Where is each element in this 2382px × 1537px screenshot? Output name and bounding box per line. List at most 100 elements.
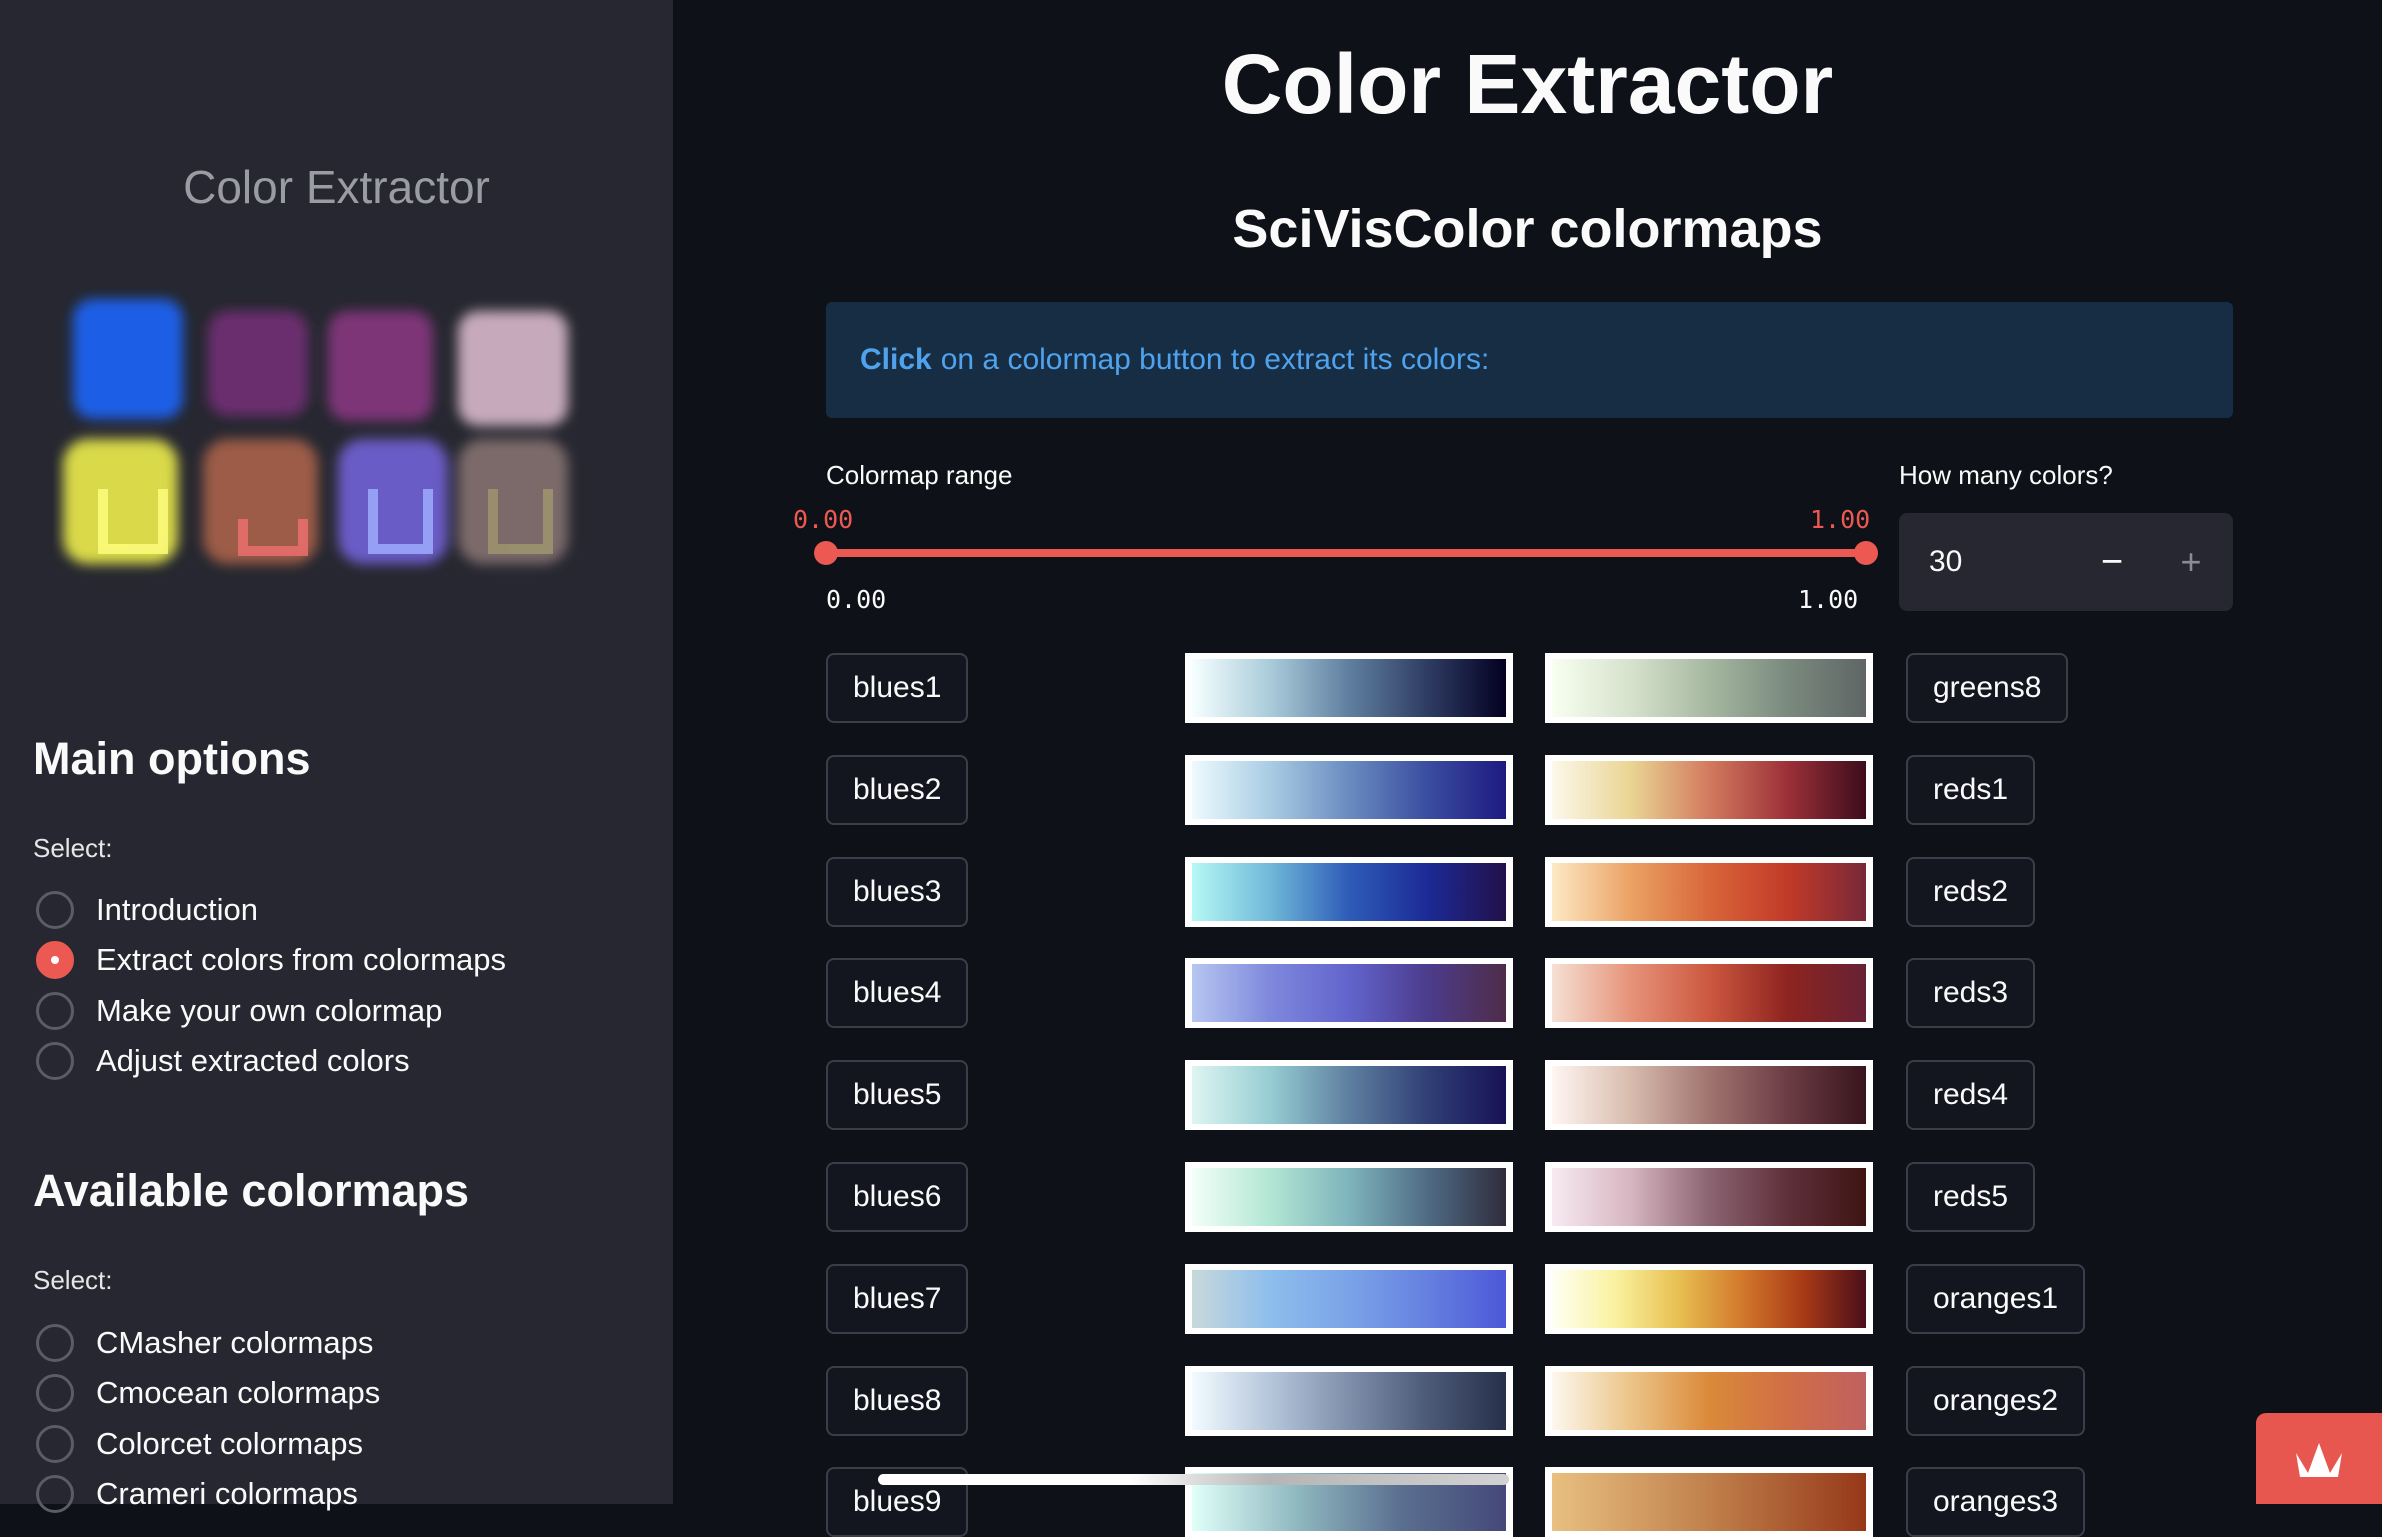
colormap-gradient [1552, 1269, 1866, 1328]
radio-label: Colorcet colormaps [96, 1425, 364, 1461]
radio-option[interactable]: Adjust extracted colors [36, 1041, 410, 1081]
app-logo-image [63, 299, 568, 564]
available-colormaps-heading: Available colormaps [33, 1165, 470, 1216]
main-options-heading: Main options [33, 733, 311, 784]
colormap-button-reds5[interactable]: reds5 [1906, 1162, 2036, 1232]
sidebar-title: Color Extractor [183, 161, 490, 213]
colormap-gradient [1552, 760, 1866, 819]
radio-option[interactable]: Colorcet colormaps [36, 1424, 363, 1464]
range-high-value: 1.00 [1810, 505, 1871, 534]
colormap-preview-blues3[interactable] [1185, 856, 1513, 927]
colormap-preview-reds5[interactable] [1545, 1162, 1873, 1232]
colormap-preview-reds1[interactable] [1545, 754, 1873, 825]
colormap-button-blues1[interactable]: blues1 [826, 653, 969, 723]
colormap-gradient [1552, 1168, 1866, 1226]
radio-label: Cmocean colormaps [96, 1375, 381, 1411]
colormap-gradient [1192, 1269, 1506, 1328]
colormap-gradient [1192, 1066, 1506, 1125]
available-colormaps-select-label: Select: [33, 1265, 113, 1295]
colormap-button-reds3[interactable]: reds3 [1906, 958, 2036, 1029]
radio-option[interactable]: Crameri colormaps [36, 1474, 358, 1514]
radio-circle[interactable] [36, 1474, 74, 1513]
colormap-gradient [1192, 964, 1506, 1023]
radio-label: Adjust extracted colors [96, 1042, 410, 1078]
radio-option[interactable]: CMasher colormaps [36, 1323, 373, 1363]
range-max-tick: 1.00 [1798, 585, 1859, 614]
colormap-preview-reds3[interactable] [1545, 958, 1873, 1029]
crown-icon [2296, 1443, 2342, 1477]
radio-label: Crameri colormaps [96, 1475, 358, 1511]
colormap-preview-oranges3[interactable] [1545, 1467, 1873, 1537]
colormap-preview-blues2[interactable] [1185, 754, 1513, 825]
colormap-button-blues3[interactable]: blues3 [826, 856, 969, 927]
page-title: Color Extractor [1221, 37, 1834, 131]
colormap-preview-reds2[interactable] [1545, 856, 1873, 927]
colormap-gradient [1552, 1066, 1866, 1125]
radio-option[interactable]: Cmocean colormaps [36, 1373, 380, 1413]
radio-label: Introduction [96, 892, 258, 927]
section-title: SciVisColor colormaps [1232, 199, 1823, 259]
colormap-gradient [1192, 659, 1506, 717]
radio-circle[interactable] [36, 1041, 74, 1080]
color-count-value[interactable]: 30 [1929, 545, 1962, 579]
colormap-button-reds1[interactable]: reds1 [1906, 754, 2036, 825]
colormap-button-oranges2[interactable]: oranges2 [1906, 1365, 2086, 1436]
radio-circle[interactable] [36, 941, 74, 980]
colormap-button-blues2[interactable]: blues2 [826, 754, 969, 825]
colormap-preview-oranges1[interactable] [1545, 1263, 1873, 1334]
colormap-preview-blues7[interactable] [1185, 1263, 1513, 1334]
colormap-button-blues8[interactable]: blues8 [826, 1365, 969, 1436]
range-min-tick: 0.00 [826, 585, 887, 614]
colormap-preview-blues5[interactable] [1185, 1060, 1513, 1131]
colormap-preview-reds4[interactable] [1545, 1060, 1873, 1131]
colormap-button-blues4[interactable]: blues4 [826, 958, 969, 1029]
colormap-preview-blues6[interactable] [1185, 1162, 1513, 1232]
colormap-button-oranges3[interactable]: oranges3 [1906, 1467, 2086, 1537]
streamlit-badge[interactable] [2256, 1413, 2382, 1504]
radio-circle[interactable] [36, 991, 74, 1030]
colormap-button-blues7[interactable]: blues7 [826, 1263, 969, 1334]
range-high-thumb[interactable] [1854, 541, 1878, 565]
radio-label: Extract colors from colormaps [96, 942, 506, 978]
decrement-button[interactable]: − [2084, 533, 2140, 591]
colormap-gradient [1552, 862, 1866, 921]
colormap-range-label: Colormap range [826, 460, 1013, 490]
colormap-gradient [1192, 760, 1506, 819]
radio-circle[interactable] [36, 1424, 74, 1463]
colormap-gradient [1192, 1371, 1506, 1430]
color-count-input[interactable]: 30 − + [1899, 513, 2233, 611]
radio-circle[interactable] [36, 1324, 74, 1362]
colormap-range-slider-track[interactable] [826, 549, 1866, 557]
colormap-preview-blues8[interactable] [1185, 1365, 1513, 1436]
colormap-button-reds2[interactable]: reds2 [1906, 856, 2036, 927]
colormap-gradient [1192, 862, 1506, 921]
colormap-button-blues6[interactable]: blues6 [826, 1162, 969, 1232]
colormap-gradient [1552, 1371, 1866, 1430]
colormap-button-reds4[interactable]: reds4 [1906, 1060, 2036, 1131]
horizontal-scrollbar[interactable] [878, 1474, 1509, 1485]
main-options-select-label: Select: [33, 833, 113, 863]
radio-circle[interactable] [36, 891, 74, 929]
increment-button[interactable]: + [2163, 533, 2219, 591]
radio-option[interactable]: Make your own colormap [36, 991, 442, 1031]
colormap-button-oranges1[interactable]: oranges1 [1906, 1263, 2086, 1334]
colormap-gradient [1192, 1168, 1506, 1226]
range-low-thumb[interactable] [814, 541, 838, 565]
colormap-preview-oranges2[interactable] [1545, 1365, 1873, 1436]
range-low-value: 0.00 [793, 505, 854, 534]
colormap-preview-blues1[interactable] [1185, 653, 1513, 723]
sidebar: Color Extractor Main options Select: Int… [0, 0, 673, 1513]
colormap-button-blues5[interactable]: blues5 [826, 1060, 969, 1131]
radio-option[interactable]: Extract colors from colormaps [36, 940, 506, 980]
info-box: Click on a colormap button to extract it… [826, 302, 2233, 418]
colormap-button-greens8[interactable]: greens8 [1906, 653, 2069, 723]
colormap-gradient [1552, 964, 1866, 1023]
radio-option[interactable]: Introduction [36, 890, 258, 930]
color-count-label: How many colors? [1899, 460, 2113, 490]
colormap-preview-greens8[interactable] [1545, 653, 1873, 723]
radio-label: Make your own colormap [96, 992, 443, 1028]
info-text: on a colormap button to extract its colo… [940, 343, 1490, 376]
radio-circle[interactable] [36, 1374, 74, 1413]
colormap-preview-blues4[interactable] [1185, 958, 1513, 1029]
colormap-gradient [1552, 1473, 1866, 1532]
